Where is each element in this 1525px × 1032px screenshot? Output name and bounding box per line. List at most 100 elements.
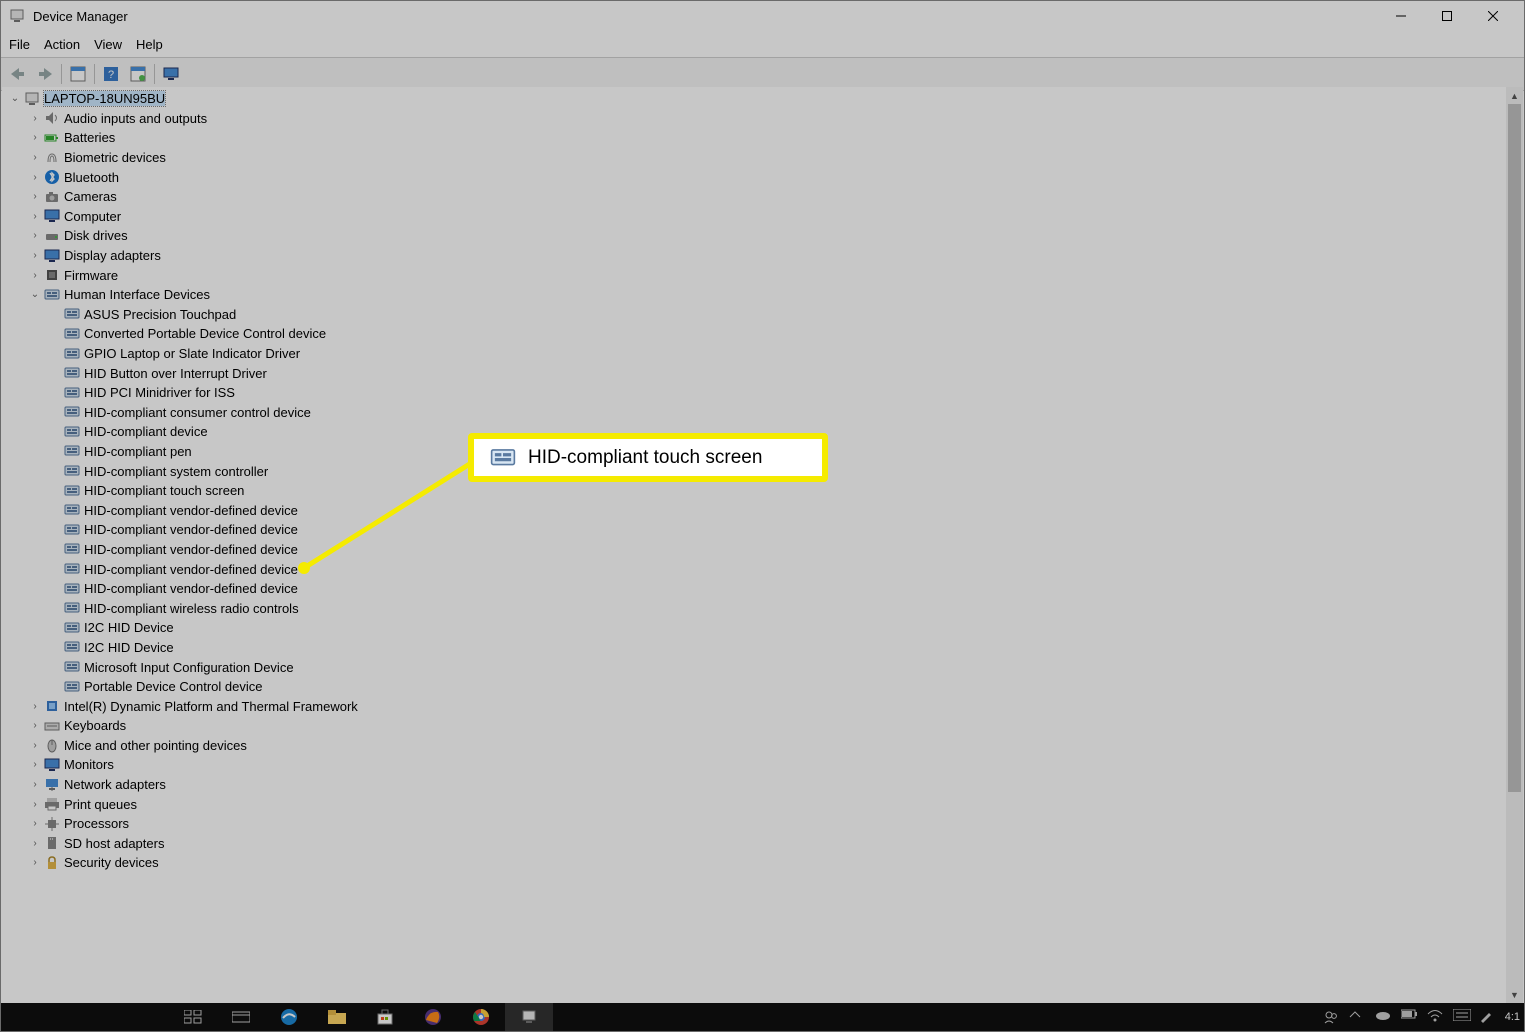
tree-device[interactable]: HID-compliant touch screen xyxy=(2,481,1523,501)
expand-toggle[interactable]: › xyxy=(28,132,42,143)
tree-category[interactable]: ›Processors xyxy=(2,814,1523,834)
tree-item-label: Audio inputs and outputs xyxy=(64,111,207,126)
close-button[interactable] xyxy=(1470,1,1516,31)
expand-toggle[interactable]: › xyxy=(28,211,42,222)
tree-category[interactable]: ›Mice and other pointing devices xyxy=(2,736,1523,756)
expand-toggle[interactable]: › xyxy=(28,779,42,790)
tree-device[interactable]: ASUS Precision Touchpad xyxy=(2,305,1523,325)
expand-toggle[interactable]: › xyxy=(28,191,42,202)
menu-action[interactable]: Action xyxy=(44,37,80,52)
app-icon xyxy=(9,8,25,24)
maximize-button[interactable] xyxy=(1424,1,1470,31)
forward-button[interactable] xyxy=(32,61,58,87)
scroll-track[interactable] xyxy=(1506,104,1523,986)
tree-category[interactable]: ›Disk drives xyxy=(2,226,1523,246)
taskbar-edge[interactable] xyxy=(265,1003,313,1031)
toolbar-separator xyxy=(154,64,155,84)
tree-category[interactable]: ›Network adapters xyxy=(2,775,1523,795)
tree-device[interactable]: Converted Portable Device Control device xyxy=(2,324,1523,344)
windows-taskbar[interactable]: 4:1 xyxy=(1,1003,1524,1031)
tree-device[interactable]: HID-compliant vendor-defined device xyxy=(2,579,1523,599)
people-icon[interactable] xyxy=(1323,1009,1339,1025)
titlebar[interactable]: Device Manager xyxy=(1,1,1524,31)
tree-category[interactable]: ›Bluetooth xyxy=(2,167,1523,187)
network-icon xyxy=(44,777,60,793)
pen-icon[interactable] xyxy=(1479,1009,1495,1025)
tree-category[interactable]: › Audio inputs and outputs xyxy=(2,109,1523,129)
tree-category[interactable]: ›Display adapters xyxy=(2,246,1523,266)
onedrive-icon[interactable] xyxy=(1375,1009,1391,1025)
tree-device[interactable]: HID-compliant wireless radio controls xyxy=(2,598,1523,618)
tree-device[interactable]: I2C HID Device xyxy=(2,638,1523,658)
expand-toggle[interactable]: › xyxy=(28,172,42,183)
menu-file[interactable]: File xyxy=(9,37,30,52)
taskbar-firefox[interactable] xyxy=(409,1003,457,1031)
monitor-button[interactable] xyxy=(158,61,184,87)
taskbar-store[interactable] xyxy=(361,1003,409,1031)
tree-category[interactable]: ›Firmware xyxy=(2,265,1523,285)
tree-root[interactable]: ⌄LAPTOP-18UN95BU xyxy=(2,89,1523,109)
expand-toggle[interactable]: › xyxy=(28,740,42,751)
tree-device[interactable]: HID-compliant vendor-defined device xyxy=(2,540,1523,560)
tree-category[interactable]: › Batteries xyxy=(2,128,1523,148)
expand-toggle[interactable]: › xyxy=(28,113,42,124)
scroll-up-button[interactable]: ▲ xyxy=(1506,87,1523,104)
tree-category[interactable]: ›Security devices xyxy=(2,853,1523,873)
taskbar-tray[interactable]: 4:1 xyxy=(1323,1009,1524,1025)
taskbar-explorer[interactable] xyxy=(313,1003,361,1031)
expand-toggle[interactable]: › xyxy=(28,270,42,281)
tree-device[interactable]: HID Button over Interrupt Driver xyxy=(2,363,1523,383)
tree-device[interactable]: HID-compliant vendor-defined device xyxy=(2,500,1523,520)
expand-toggle[interactable]: › xyxy=(28,838,42,849)
expand-toggle[interactable]: › xyxy=(28,250,42,261)
expand-toggle[interactable]: ⌄ xyxy=(8,93,22,104)
keyboard-tray-icon[interactable] xyxy=(1453,1009,1469,1025)
tree-device[interactable]: HID-compliant consumer control device xyxy=(2,403,1523,423)
wifi-icon[interactable] xyxy=(1427,1009,1443,1025)
tree-category[interactable]: ›Cameras xyxy=(2,187,1523,207)
tree-category[interactable]: ›Intel(R) Dynamic Platform and Thermal F… xyxy=(2,696,1523,716)
tree-device[interactable]: Portable Device Control device xyxy=(2,677,1523,697)
minimize-button[interactable] xyxy=(1378,1,1424,31)
expand-toggle[interactable]: › xyxy=(28,759,42,770)
vertical-scrollbar[interactable]: ▲ ▼ xyxy=(1506,87,1523,1003)
taskbar-chrome[interactable] xyxy=(457,1003,505,1031)
scroll-down-button[interactable]: ▼ xyxy=(1506,986,1523,1003)
tree-category[interactable]: ›Computer xyxy=(2,207,1523,227)
tree-category[interactable]: ›SD host adapters xyxy=(2,834,1523,854)
tree-device[interactable]: I2C HID Device xyxy=(2,618,1523,638)
taskbar-timeline[interactable] xyxy=(217,1003,265,1031)
tree-category[interactable]: ⌄Human Interface Devices xyxy=(2,285,1523,305)
taskbar-device-manager-active[interactable] xyxy=(505,1003,553,1031)
menu-view[interactable]: View xyxy=(94,37,122,52)
scroll-thumb[interactable] xyxy=(1508,104,1521,792)
expand-toggle[interactable]: › xyxy=(28,152,42,163)
tree-device[interactable]: GPIO Laptop or Slate Indicator Driver xyxy=(2,344,1523,364)
tree-category[interactable]: ›Keyboards xyxy=(2,716,1523,736)
expand-toggle[interactable]: ⌄ xyxy=(28,289,42,300)
expand-toggle[interactable]: › xyxy=(28,720,42,731)
expand-toggle[interactable]: › xyxy=(28,857,42,868)
taskbar-clock[interactable]: 4:1 xyxy=(1505,1011,1520,1023)
expand-toggle[interactable]: › xyxy=(28,818,42,829)
expand-toggle[interactable]: › xyxy=(28,230,42,241)
help-button[interactable]: ? xyxy=(98,61,124,87)
tree-category[interactable]: ›Biometric devices xyxy=(2,148,1523,168)
show-hide-tree-button[interactable] xyxy=(65,61,91,87)
tree-item-label: Monitors xyxy=(64,757,114,772)
tree-category[interactable]: ›Print queues xyxy=(2,794,1523,814)
tray-chevron-up-icon[interactable] xyxy=(1349,1009,1365,1025)
expand-toggle[interactable]: › xyxy=(28,701,42,712)
taskbar-task-view[interactable] xyxy=(169,1003,217,1031)
tree-device[interactable]: HID PCI Minidriver for ISS xyxy=(2,383,1523,403)
expand-toggle[interactable]: › xyxy=(28,799,42,810)
menu-help[interactable]: Help xyxy=(136,37,163,52)
scan-button[interactable] xyxy=(125,61,151,87)
tree-device[interactable]: HID-compliant vendor-defined device xyxy=(2,559,1523,579)
tree-category[interactable]: › Monitors xyxy=(2,755,1523,775)
back-button[interactable] xyxy=(5,61,31,87)
tree-device[interactable]: Microsoft Input Configuration Device xyxy=(2,657,1523,677)
tree-device[interactable]: HID-compliant vendor-defined device xyxy=(2,520,1523,540)
battery-icon[interactable] xyxy=(1401,1009,1417,1025)
tree-item-label: Batteries xyxy=(64,130,115,145)
